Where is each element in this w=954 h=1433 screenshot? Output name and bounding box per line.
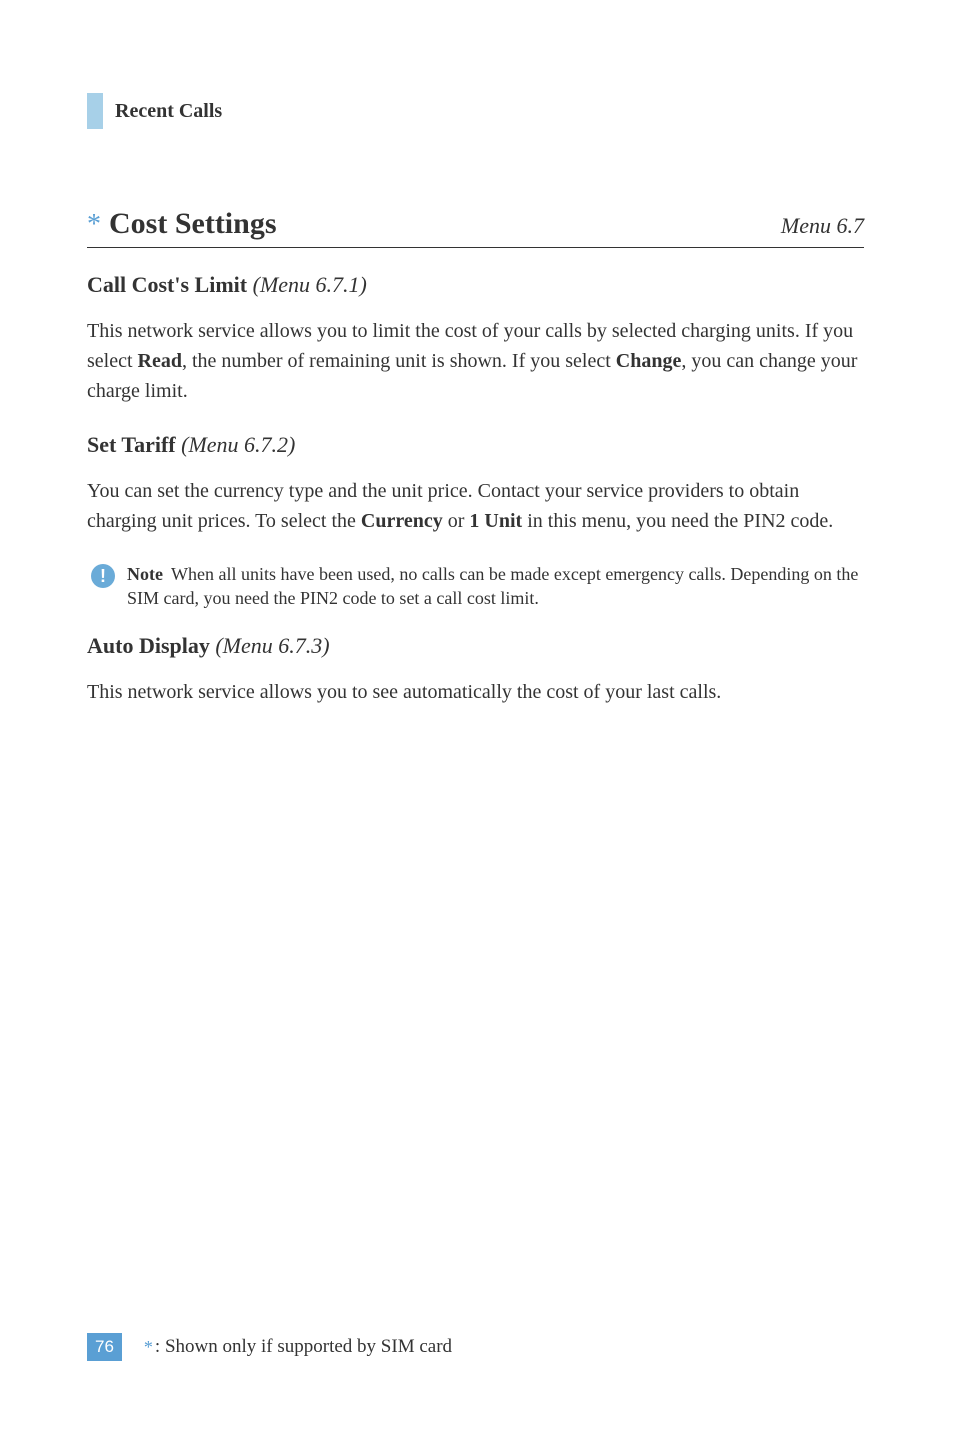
bold-1unit: 1 Unit — [469, 510, 522, 532]
subsection2-heading: Set Tariff (Menu 6.7.2) — [87, 432, 864, 458]
asterisk-icon: * — [87, 211, 101, 239]
subsection1-paragraph: This network service allows you to limit… — [87, 316, 864, 406]
note-block: ! NoteWhen all units have been used, no … — [87, 562, 864, 611]
alert-glyph: ! — [100, 566, 106, 587]
note-text: When all units have been used, no calls … — [127, 564, 858, 608]
breadcrumb: Recent Calls — [87, 93, 864, 129]
text-fragment: in this menu, you need the PIN2 code. — [522, 510, 833, 532]
text-fragment: , the number of remaining unit is shown.… — [182, 350, 616, 372]
subsection2-title: Set Tariff — [87, 432, 176, 457]
subsection1-menu-ref: (Menu 6.7.1) — [253, 272, 367, 297]
note-content: NoteWhen all units have been used, no ca… — [127, 562, 864, 611]
bold-read: Read — [138, 350, 182, 372]
text-fragment: or — [443, 510, 470, 532]
page-footer: 76 * : Shown only if supported by SIM ca… — [87, 1333, 452, 1361]
section-heading-left: * Cost Settings — [87, 207, 277, 241]
breadcrumb-marker — [87, 93, 103, 129]
bold-change: Change — [616, 350, 682, 372]
footer-text: : Shown only if supported by SIM card — [155, 1336, 452, 1358]
subsection1-title: Call Cost's Limit — [87, 272, 247, 297]
subsection3-paragraph: This network service allows you to see a… — [87, 677, 864, 707]
subsection3-menu-ref: (Menu 6.7.3) — [215, 633, 329, 658]
subsection1-heading: Call Cost's Limit (Menu 6.7.1) — [87, 272, 864, 298]
section-heading: * Cost Settings Menu 6.7 — [87, 207, 864, 248]
bold-currency: Currency — [361, 510, 443, 532]
subsection3-title: Auto Display — [87, 633, 210, 658]
breadcrumb-title: Recent Calls — [115, 100, 222, 123]
note-label: Note — [127, 564, 163, 584]
subsection2-paragraph: You can set the currency type and the un… — [87, 476, 864, 536]
subsection2-menu-ref: (Menu 6.7.2) — [181, 432, 295, 457]
alert-icon: ! — [91, 564, 115, 588]
section-menu-ref: Menu 6.7 — [781, 213, 864, 239]
section-title: Cost Settings — [109, 207, 277, 241]
footer-asterisk-icon: * — [144, 1337, 153, 1358]
page-number: 76 — [87, 1333, 122, 1361]
subsection3-heading: Auto Display (Menu 6.7.3) — [87, 633, 864, 659]
